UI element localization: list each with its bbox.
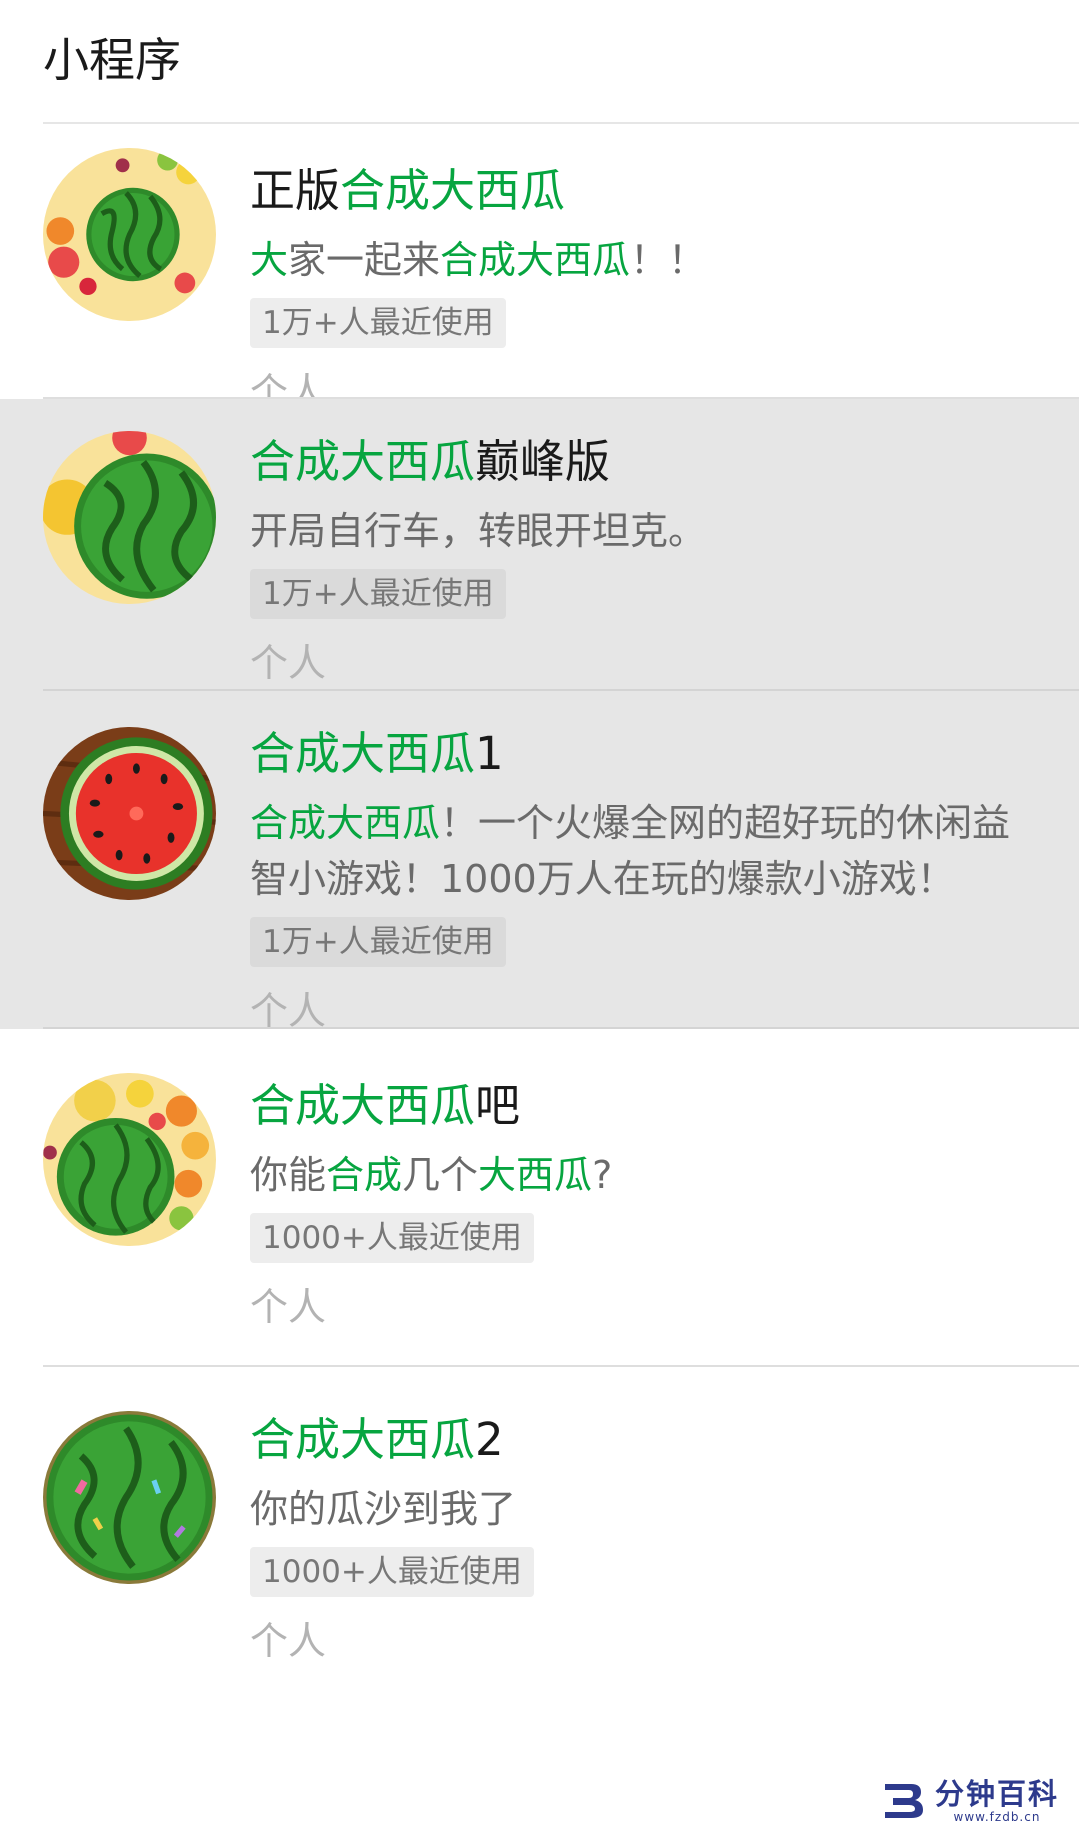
item-title: 合成大西瓜巅峰版	[250, 433, 1039, 491]
item-description: 你能合成几个大西瓜?	[250, 1147, 1039, 1203]
item-title: 合成大西瓜吧	[250, 1077, 1039, 1135]
watermark-title: 分钟百科	[934, 1777, 1059, 1811]
keyword-highlight: 合成大西瓜	[250, 435, 476, 488]
owner-label: 个人	[250, 1619, 327, 1663]
watermelon-slice-icon	[43, 727, 216, 900]
section-title: 小程序	[43, 33, 181, 87]
list-item[interactable]: 合成大西瓜1 合成大西瓜！一个火爆全网的超好玩的休闲益智小游戏！1000万人在玩…	[0, 691, 1079, 1033]
item-description: 开局自行车，转眼开坦克。	[250, 503, 1039, 559]
text-segment: 巅峰版	[475, 435, 611, 488]
keyword-highlight: 合成大西瓜	[250, 801, 441, 845]
text-segment: 家一起来	[288, 238, 441, 282]
item-description: 大家一起来合成大西瓜！！	[250, 232, 1039, 288]
list-item[interactable]: 合成大西瓜巅峰版 开局自行车，转眼开坦克。 1万+人最近使用 个人	[0, 399, 1079, 691]
keyword-highlight: 合成大西瓜	[250, 1079, 476, 1132]
owner-label: 个人	[250, 641, 327, 685]
keyword-highlight: 合成大西瓜	[250, 727, 476, 780]
item-title: 正版合成大西瓜	[250, 162, 1039, 220]
fzdb-logo-icon	[884, 1784, 923, 1818]
text-segment: 你能	[250, 1153, 327, 1197]
list-item[interactable]: 合成大西瓜2 你的瓜沙到我了 1000+人最近使用 个人	[0, 1367, 1079, 1711]
owner-label: 个人	[250, 1285, 327, 1329]
watermark-url: www.fzdb.cn	[953, 1810, 1041, 1824]
usage-badge: 1000+人最近使用	[250, 1547, 534, 1597]
keyword-highlight: 合成大西瓜	[340, 164, 566, 217]
item-description: 合成大西瓜！一个火爆全网的超好玩的休闲益智小游戏！1000万人在玩的爆款小游戏！	[250, 795, 1039, 907]
usage-badge: 1万+人最近使用	[250, 569, 506, 619]
usage-badge: 1万+人最近使用	[250, 298, 506, 348]
section-header: 小程序	[0, 0, 1079, 124]
watermelon-fruit-mix-icon	[43, 148, 216, 321]
text-segment: 吧	[475, 1079, 521, 1132]
text-segment: 1	[475, 727, 504, 780]
list-item[interactable]: 正版合成大西瓜 大家一起来合成大西瓜！！ 1万+人最近使用 个人	[0, 124, 1079, 414]
watermark: 分钟百科 www.fzdb.cn	[881, 1778, 1059, 1824]
keyword-highlight: 合成大西瓜	[440, 238, 631, 282]
keyword-highlight: 合成大西瓜	[250, 1413, 476, 1466]
text-segment: 开局自行车，转眼开坦克。	[250, 509, 707, 553]
text-segment: 2	[475, 1413, 504, 1466]
item-title: 合成大西瓜1	[250, 725, 1039, 783]
item-description: 你的瓜沙到我了	[250, 1481, 1039, 1537]
usage-badge: 1000+人最近使用	[250, 1213, 534, 1263]
watermelon-large-icon	[43, 431, 216, 604]
watermelon-confetti-icon	[43, 1411, 216, 1584]
keyword-highlight: 大	[250, 238, 289, 282]
keyword-highlight: 大西瓜	[478, 1153, 593, 1197]
text-segment: ！！	[630, 238, 707, 282]
keyword-highlight: 合成	[326, 1153, 403, 1197]
text-segment: 几个	[402, 1153, 479, 1197]
text-segment: ?	[592, 1153, 613, 1197]
item-title: 合成大西瓜2	[250, 1411, 1039, 1469]
text-segment: 你的瓜沙到我了	[250, 1487, 517, 1531]
watermelon-fruit-circle-icon	[43, 1073, 216, 1246]
text-segment: 正版	[250, 164, 341, 217]
list-item[interactable]: 合成大西瓜吧 你能合成几个大西瓜? 1000+人最近使用 个人	[0, 1029, 1079, 1367]
usage-badge: 1万+人最近使用	[250, 917, 506, 967]
mini-program-list: 正版合成大西瓜 大家一起来合成大西瓜！！ 1万+人最近使用 个人 合成大西瓜巅峰…	[0, 124, 1079, 1711]
